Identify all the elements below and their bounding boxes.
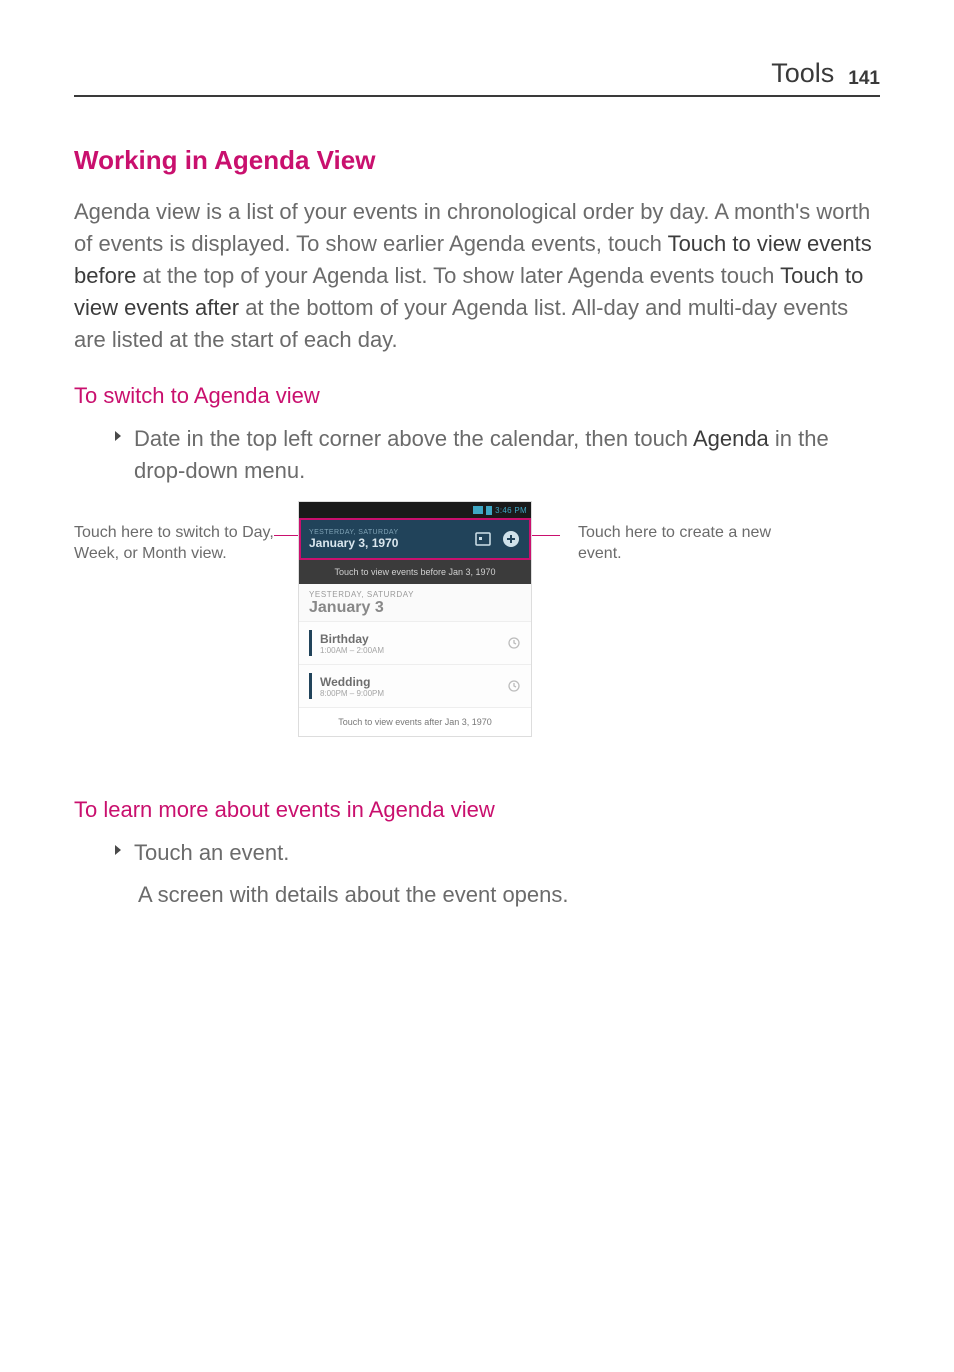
title-bar-sub: YESTERDAY, SATURDAY [309, 529, 465, 536]
day-date: January 3 [309, 599, 521, 617]
followup-text: A screen with details about the event op… [138, 879, 880, 911]
header-page-number: 141 [848, 68, 880, 90]
day-header: YESTERDAY, SATURDAY January 3 [299, 584, 531, 622]
figure: Touch here to switch to Day, Week, or Mo… [74, 501, 880, 737]
callout-left: Touch here to switch to Day, Week, or Mo… [74, 501, 274, 565]
view-after-bar[interactable]: Touch to view events after Jan 3, 1970 [299, 708, 531, 736]
subheading-learn-more: To learn more about events in Agenda vie… [74, 797, 880, 823]
bullet-item: Date in the top left corner above the ca… [114, 423, 880, 487]
intro-paragraph: Agenda view is a list of your events in … [74, 196, 880, 355]
title-bar-main: January 3, 1970 [309, 536, 465, 550]
intro-text-2: at the top of your Agenda list. To show … [136, 263, 780, 288]
subheading-switch-agenda: To switch to Agenda view [74, 383, 880, 409]
signal-icon [473, 506, 483, 514]
event-row[interactable]: Wedding 8:00PM – 9:00PM [299, 665, 531, 708]
page-header: Tools 141 [74, 58, 880, 97]
add-event-icon[interactable] [501, 529, 521, 549]
bullet-arrow-icon [114, 844, 122, 856]
header-section: Tools [771, 58, 834, 89]
event-time: 8:00PM – 9:00PM [320, 689, 507, 698]
status-bar: 3:46 PM [299, 502, 531, 518]
callout-line [274, 535, 298, 536]
bullet-text: Touch an event. [134, 837, 289, 869]
event-title: Birthday [320, 632, 507, 646]
phone-screenshot: 3:46 PM YESTERDAY, SATURDAY January 3, 1… [298, 501, 532, 737]
callout-right: Touch here to create a new event. [560, 501, 780, 565]
view-before-bar[interactable]: Touch to view events before Jan 3, 1970 [299, 560, 531, 584]
event-row[interactable]: Birthday 1:00AM – 2:00AM [299, 622, 531, 665]
event-color-bar [309, 673, 312, 699]
status-time: 3:46 PM [495, 506, 527, 515]
today-icon[interactable] [473, 529, 493, 549]
event-time: 1:00AM – 2:00AM [320, 646, 507, 655]
event-title: Wedding [320, 675, 507, 689]
title-bar-date[interactable]: YESTERDAY, SATURDAY January 3, 1970 [309, 529, 465, 550]
callout-line [532, 535, 560, 536]
battery-icon [486, 506, 492, 515]
day-of-week: YESTERDAY, SATURDAY [309, 590, 521, 599]
reminder-icon [507, 636, 521, 650]
event-color-bar [309, 630, 312, 656]
reminder-icon [507, 679, 521, 693]
bullet-item: Touch an event. [114, 837, 880, 869]
bullet-text: Date in the top left corner above the ca… [134, 423, 880, 487]
title-bar[interactable]: YESTERDAY, SATURDAY January 3, 1970 [299, 518, 531, 560]
bullet-arrow-icon [114, 430, 122, 442]
heading-working-in-agenda: Working in Agenda View [74, 145, 880, 176]
